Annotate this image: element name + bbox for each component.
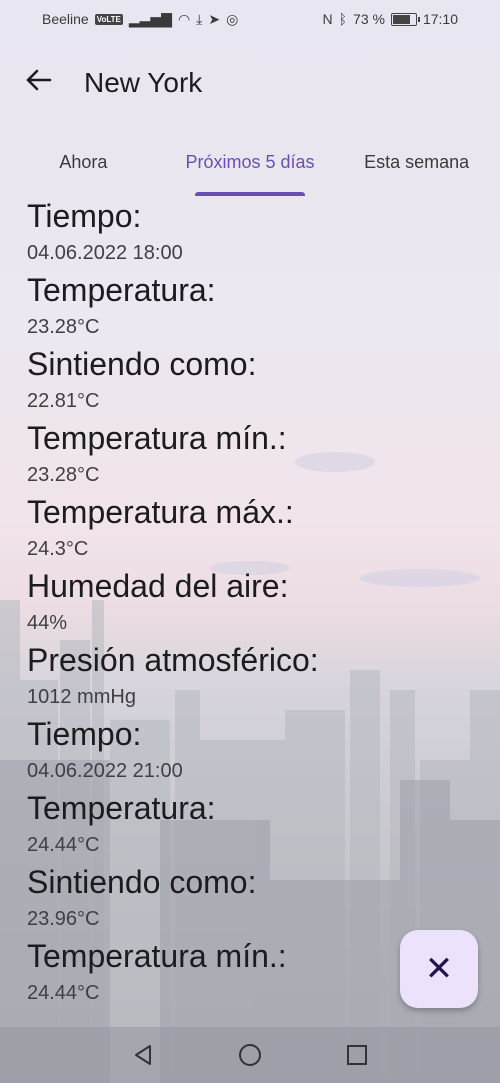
- app-bar: New York: [0, 38, 500, 128]
- field-value: 1012 mmHg: [27, 686, 136, 708]
- field-value: 22.81°C: [27, 390, 100, 412]
- field-value: 04.06.2022 18:00: [27, 242, 183, 264]
- volte-badge: VoLTE: [94, 13, 123, 25]
- nfc-icon: N: [322, 11, 333, 27]
- list-item: Tiempo: 04.06.2022 18:00: [27, 196, 500, 270]
- field-label: Tiempo:: [27, 198, 142, 234]
- signal-icon: ▂▃▅▇: [128, 10, 172, 27]
- field-label: Sintiendo como:: [27, 864, 257, 900]
- tab-this-week[interactable]: Esta semana: [333, 128, 500, 196]
- tab-next-5-days[interactable]: Próximos 5 días: [167, 128, 334, 196]
- list-item: Presión atmosférico: 1012 mmHg: [27, 640, 500, 714]
- tab-bar: Ahora Próximos 5 días Esta semana: [0, 128, 500, 196]
- field-label: Presión atmosférico:: [27, 642, 319, 678]
- list-item: Sintiendo como: 23.96°C: [27, 862, 500, 936]
- field-value: 44%: [27, 612, 68, 634]
- field-label: Humedad del aire:: [27, 568, 289, 604]
- close-fab-button[interactable]: ✕: [400, 930, 478, 1008]
- tab-now[interactable]: Ahora: [0, 128, 167, 196]
- field-value: 04.06.2022 21:00: [27, 760, 183, 782]
- field-label: Temperatura:: [27, 272, 216, 308]
- arrow-left-icon[interactable]: [24, 66, 56, 100]
- carrier-label: Beeline: [42, 11, 89, 27]
- nav-recents-icon[interactable]: [337, 1035, 377, 1075]
- page-title: New York: [84, 67, 203, 98]
- field-label: Temperatura mín.:: [27, 420, 287, 456]
- nav-back-icon[interactable]: [123, 1035, 163, 1075]
- download-icon: ⤓: [196, 10, 203, 27]
- field-value: 23.28°C: [27, 316, 100, 338]
- list-item: Temperatura mín.: 23.28°C: [27, 418, 500, 492]
- list-item: Temperatura máx.: 24.3°C: [27, 492, 500, 566]
- list-item: Tiempo: 04.06.2022 21:00: [27, 714, 500, 788]
- nav-home-icon[interactable]: [230, 1035, 270, 1075]
- clock: 17:10: [422, 11, 458, 27]
- forecast-list[interactable]: Tiempo: 04.06.2022 18:00 Temperatura: 23…: [0, 196, 500, 1010]
- field-label: Temperatura máx.:: [27, 494, 294, 530]
- battery-percent: 73 %: [353, 11, 385, 27]
- bluetooth-icon: ᛒ: [338, 11, 348, 27]
- wifi-icon: ◠: [177, 10, 191, 27]
- field-value: 24.3°C: [27, 538, 89, 560]
- system-nav-bar: [0, 1027, 500, 1083]
- battery-icon: [390, 12, 420, 26]
- list-item: Sintiendo como: 22.81°C: [27, 344, 500, 418]
- field-label: Temperatura:: [27, 790, 216, 826]
- list-item: Temperatura: 24.44°C: [27, 788, 500, 862]
- list-item: Humedad del aire: 44%: [27, 566, 500, 640]
- field-label: Tiempo:: [27, 716, 142, 752]
- field-value: 24.44°C: [27, 834, 100, 856]
- list-item: Temperatura: 23.28°C: [27, 270, 500, 344]
- field-label: Sintiendo como:: [27, 346, 257, 382]
- status-bar: Beeline VoLTE ▂▃▅▇ ◠ ⤓ ➤ ◎ N ᛒ 73 % 17:1…: [0, 0, 500, 38]
- whatsapp-icon: ◎: [226, 10, 239, 27]
- telegram-icon: ➤: [208, 10, 221, 27]
- close-icon: ✕: [424, 950, 454, 988]
- field-value: 23.28°C: [27, 464, 100, 486]
